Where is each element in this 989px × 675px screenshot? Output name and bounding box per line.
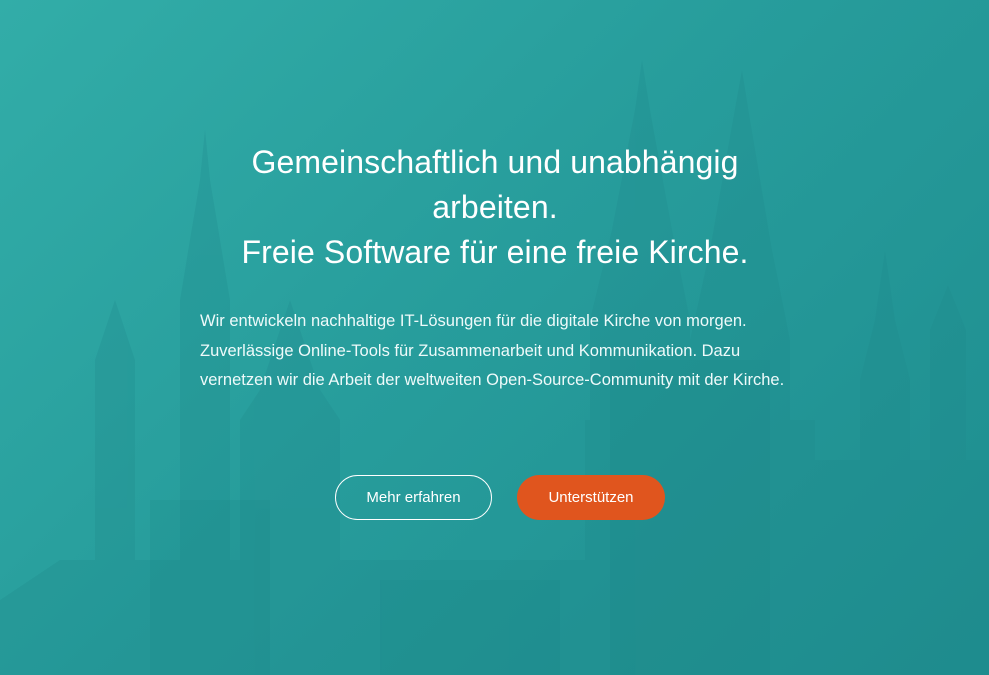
hero-lead-text: Wir entwickeln nachhaltige IT-Lösungen f… [200, 312, 785, 389]
headline-line-1: Gemeinschaftlich und unabhängig [251, 144, 739, 180]
hero-headline: Gemeinschaftlich und unabhängig arbeiten… [200, 140, 790, 275]
headline-line-2: arbeiten. [432, 189, 558, 225]
learn-more-button[interactable]: Mehr erfahren [335, 475, 492, 520]
hero-section: Gemeinschaftlich und unabhängig arbeiten… [0, 0, 989, 675]
hero-actions: Mehr erfahren Unterstützen [335, 475, 665, 520]
hero-content: Gemeinschaftlich und unabhängig arbeiten… [200, 140, 790, 396]
support-button[interactable]: Unterstützen [517, 475, 665, 520]
headline-line-3: Freie Software für eine freie Kirche. [241, 234, 749, 270]
